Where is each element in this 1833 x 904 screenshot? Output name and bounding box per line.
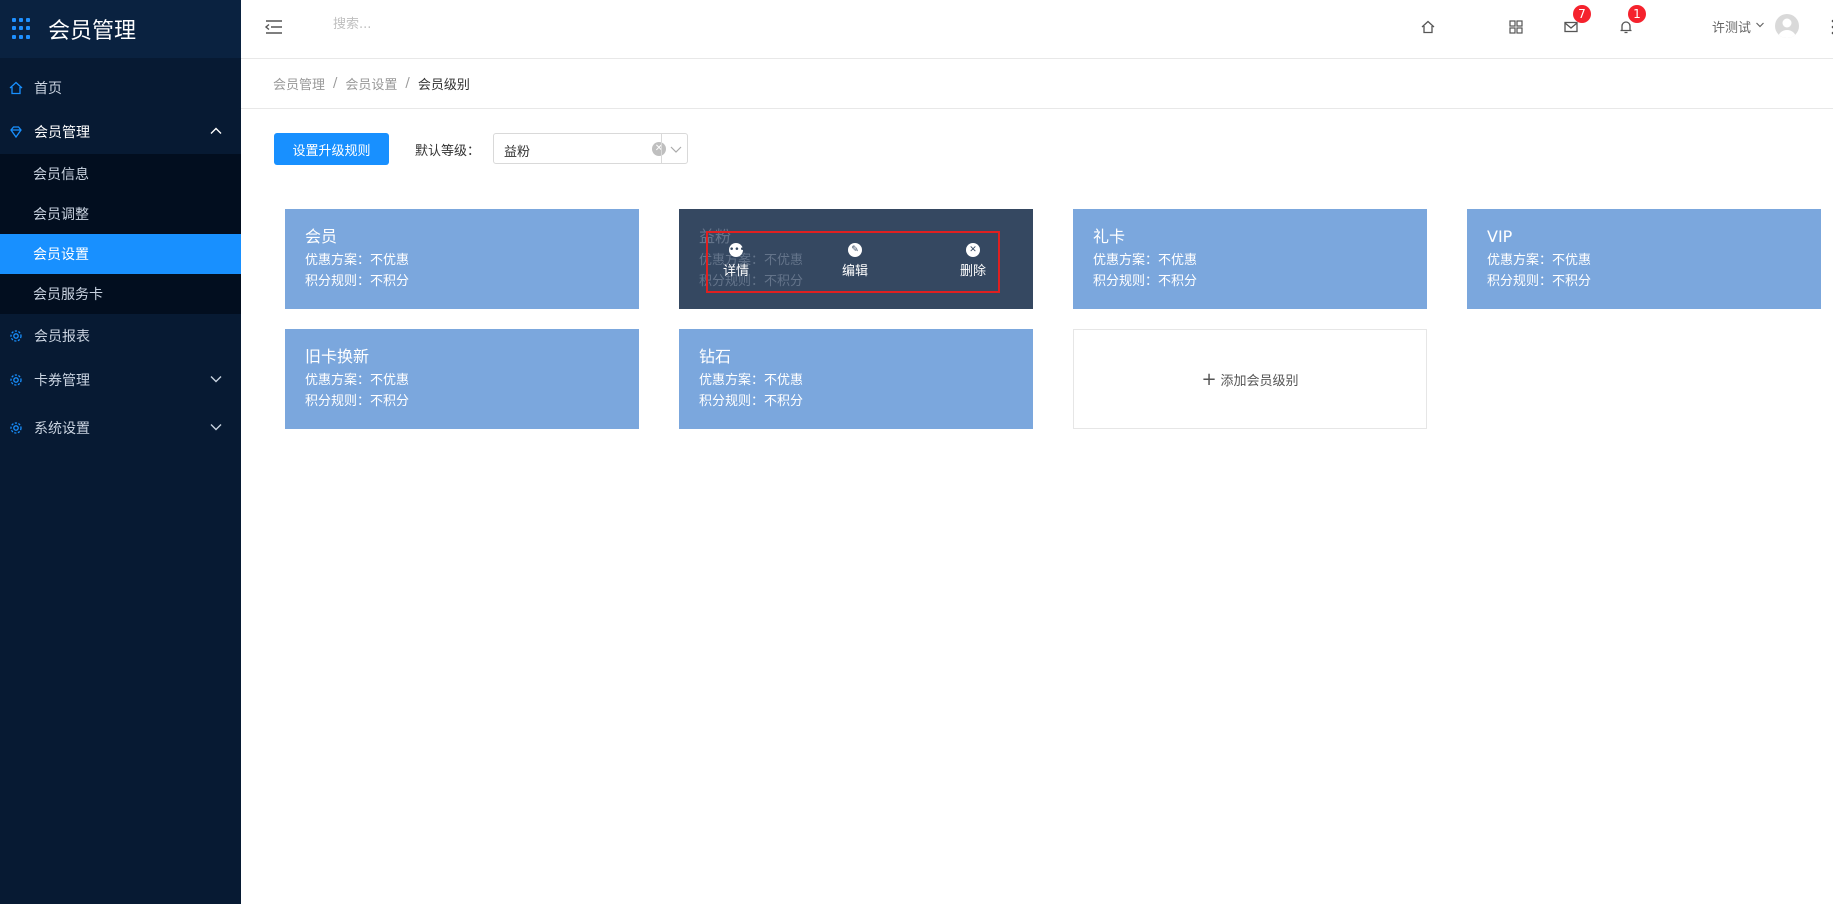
- app-title: 会员管理: [48, 19, 137, 44]
- sidebar-item-label: 会员报表: [34, 329, 90, 345]
- detail-label: 详情: [722, 264, 749, 279]
- sidebar-item-home[interactable]: 首页: [0, 66, 241, 110]
- sidebar-item-member-report[interactable]: 会员报表: [0, 314, 241, 358]
- sidebar-item-label: 首页: [34, 81, 62, 97]
- chevron-down-icon: [1755, 19, 1765, 34]
- search-input[interactable]: [331, 16, 535, 33]
- brand-header: 会员管理: [0, 0, 241, 58]
- cog-icon: [8, 372, 24, 388]
- sidebar-item-label: 系统设置: [34, 421, 90, 437]
- sidebar-item-label: 会员信息: [33, 167, 89, 183]
- apps-icon[interactable]: [1505, 16, 1527, 38]
- delete-label: 删除: [959, 264, 986, 279]
- sidebar-subitem-member-adjust[interactable]: 会员调整: [0, 194, 241, 234]
- level-name: VIP: [1487, 227, 1513, 246]
- chevron-up-icon: [209, 124, 223, 142]
- close-icon: ✕: [966, 243, 980, 257]
- edit-label: 编辑: [841, 264, 868, 279]
- home-icon: [8, 80, 24, 96]
- level-name: 旧卡换新: [305, 347, 370, 366]
- top-header: 7 1 许测试: [241, 0, 1833, 59]
- sidebar-item-coupon-management[interactable]: 卡券管理: [0, 358, 241, 402]
- level-name: 钻石: [699, 347, 732, 366]
- detail-button[interactable]: ••• 详情: [716, 243, 756, 279]
- select-divider: [661, 133, 662, 164]
- chevron-down-icon: [209, 420, 223, 438]
- level-name: 礼卡: [1093, 227, 1126, 246]
- default-level-select[interactable]: 益粉 ✕: [493, 133, 688, 164]
- more-icon: •••: [729, 243, 745, 257]
- chevron-down-icon: [209, 372, 223, 390]
- level-discount: 优惠方案：不优惠: [305, 253, 410, 268]
- chevron-down-icon[interactable]: [669, 142, 683, 156]
- level-card-hovered[interactable]: 益粉 优惠方案：不优惠 积分规则：不积分 ••• 详情 ✎ 编辑 ✕ 删除: [679, 209, 1033, 309]
- mail-badge: 7: [1573, 5, 1591, 23]
- home-icon[interactable]: [1417, 16, 1439, 38]
- breadcrumb-current: 会员级别: [417, 78, 470, 93]
- add-level-label: 添加会员级别: [1220, 373, 1299, 389]
- sidebar-item-member-management[interactable]: 会员管理: [0, 110, 241, 154]
- sidebar-item-label: 会员设置: [33, 247, 89, 263]
- level-points: 积分规则：不积分: [699, 394, 804, 409]
- sidebar-item-label: 会员调整: [33, 207, 89, 223]
- breadcrumb-separator: /: [405, 76, 410, 91]
- level-discount: 优惠方案：不优惠: [1093, 253, 1198, 268]
- avatar[interactable]: [1775, 14, 1800, 38]
- diamond-icon: [8, 124, 24, 140]
- bell-icon[interactable]: 1: [1615, 5, 1646, 38]
- level-card[interactable]: 会员 优惠方案：不优惠 积分规则：不积分: [285, 209, 639, 309]
- sidebar-subitem-member-info[interactable]: 会员信息: [0, 154, 241, 194]
- level-discount: 优惠方案：不优惠: [699, 373, 804, 388]
- card-actions-overlay: ••• 详情 ✎ 编辑 ✕ 删除: [706, 231, 1000, 293]
- delete-button[interactable]: ✕ 删除: [953, 243, 993, 279]
- set-upgrade-rules-button[interactable]: 设置升级规则: [274, 133, 389, 165]
- sidebar-item-system-settings[interactable]: 系统设置: [0, 406, 241, 450]
- level-discount: 优惠方案：不优惠: [1487, 253, 1592, 268]
- user-menu[interactable]: 许测试: [1712, 14, 1800, 38]
- breadcrumb-item[interactable]: 会员设置: [345, 74, 397, 93]
- level-card[interactable]: 礼卡 优惠方案：不优惠 积分规则：不积分: [1073, 209, 1427, 309]
- sidebar: 会员管理 首页 会员管理 会员信息 会员调整 会员设置 会员服务卡 会员报表 卡…: [0, 0, 241, 904]
- apps-grid-icon[interactable]: [12, 18, 34, 40]
- level-card[interactable]: 钻石 优惠方案：不优惠 积分规则：不积分: [679, 329, 1033, 429]
- breadcrumb: 会员管理 / 会员设置 / 会员级别: [273, 74, 470, 93]
- level-points: 积分规则：不积分: [305, 274, 410, 289]
- user-name: 许测试: [1712, 20, 1752, 36]
- sidebar-item-label: 会员管理: [34, 125, 90, 141]
- level-card[interactable]: 旧卡换新 优惠方案：不优惠 积分规则：不积分: [285, 329, 639, 429]
- default-level-label: 默认等级：: [415, 144, 481, 159]
- level-points: 积分规则：不积分: [1487, 274, 1592, 289]
- gear-icon: [8, 328, 24, 344]
- bell-badge: 1: [1628, 5, 1646, 23]
- sidebar-nav: 首页 会员管理 会员信息 会员调整 会员设置 会员服务卡 会员报表 卡券管理 系…: [0, 66, 241, 450]
- level-card[interactable]: VIP 优惠方案：不优惠 积分规则：不积分: [1467, 209, 1821, 309]
- add-level-card[interactable]: + 添加会员级别: [1073, 329, 1427, 429]
- breadcrumb-item[interactable]: 会员管理: [273, 74, 325, 93]
- breadcrumb-separator: /: [333, 76, 338, 91]
- sidebar-subitem-service-card[interactable]: 会员服务卡: [0, 274, 241, 314]
- plus-icon: +: [1201, 368, 1217, 390]
- pencil-icon: ✎: [848, 243, 862, 257]
- default-level-value: 益粉: [504, 145, 531, 160]
- level-points: 积分规则：不积分: [305, 394, 410, 409]
- level-name: 会员: [305, 227, 338, 246]
- edit-button[interactable]: ✎ 编辑: [835, 243, 875, 279]
- level-discount: 优惠方案：不优惠: [305, 373, 410, 388]
- main-area: 7 1 许测试 会员管理 / 会员设置 / 会员级别 设置升级规则 默认等级： …: [241, 0, 1833, 904]
- menu-toggle-icon[interactable]: [263, 16, 287, 40]
- cog-icon: [8, 420, 24, 436]
- header-divider: [241, 108, 1833, 109]
- clear-icon[interactable]: ✕: [652, 142, 666, 156]
- sidebar-subitem-member-settings[interactable]: 会员设置: [0, 234, 241, 274]
- sidebar-item-label: 会员服务卡: [33, 287, 103, 303]
- mail-icon[interactable]: 7: [1560, 5, 1591, 38]
- sidebar-item-label: 卡券管理: [34, 373, 90, 389]
- level-points: 积分规则：不积分: [1093, 274, 1198, 289]
